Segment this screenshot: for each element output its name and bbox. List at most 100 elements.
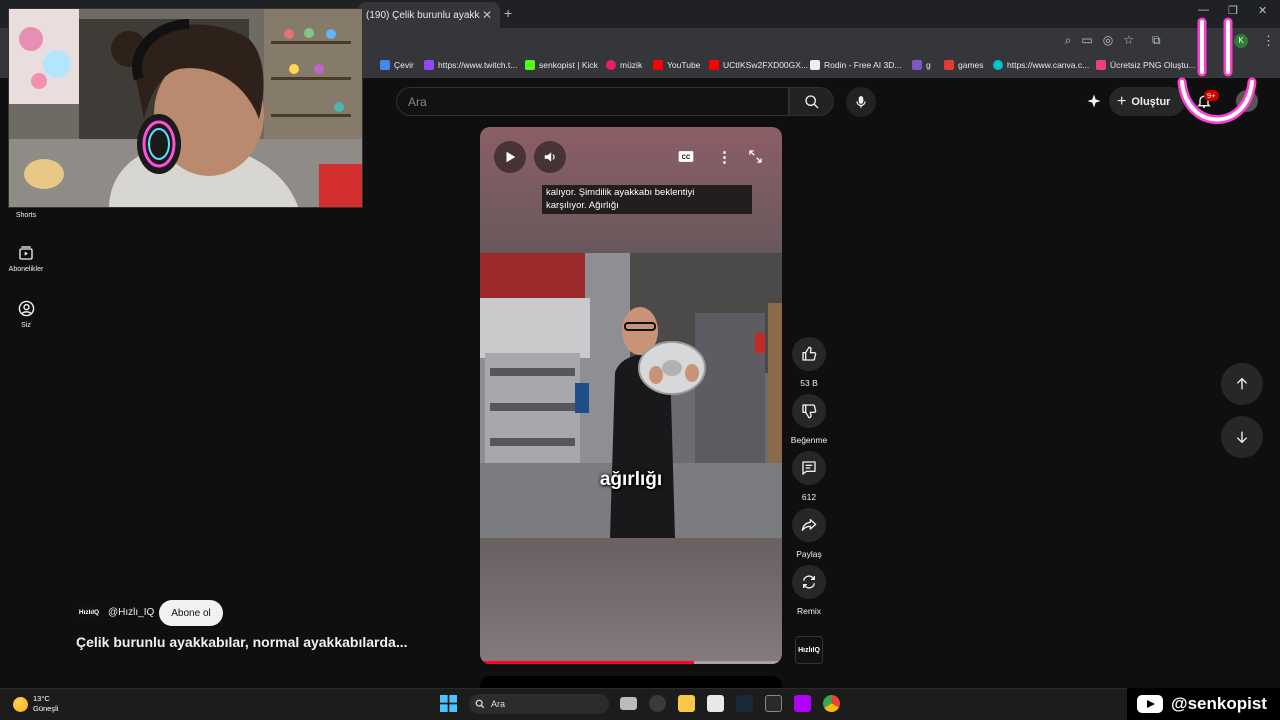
- video-subtitle: ağırlığı: [599, 469, 663, 490]
- caption-box: kalıyor. Şimdilik ayakkabı beklentiyi ka…: [542, 185, 752, 214]
- bookmark-favicon-icon: [993, 60, 1003, 70]
- steam-icon[interactable]: [736, 695, 753, 712]
- bookmark-item[interactable]: g: [912, 60, 931, 70]
- browser-tab[interactable]: (190) Çelik burunlu ayakkabılar ✕: [358, 2, 500, 28]
- weather-widget[interactable]: 13°C Güneşli: [33, 694, 58, 714]
- volume-icon: [544, 152, 555, 162]
- short-player[interactable]: CC ⋮ kalıyor. Şimdilik ayakkabı beklenti…: [480, 127, 782, 664]
- play-icon: [506, 151, 516, 163]
- eye-off-icon[interactable]: ◎: [1103, 33, 1113, 48]
- sidebar-item-shorts[interactable]: Shorts: [0, 212, 52, 219]
- bookmark-favicon-icon: [810, 60, 820, 70]
- more-options-icon[interactable]: ⋮: [717, 148, 732, 166]
- channel-avatar[interactable]: HızlıIQ: [77, 604, 101, 621]
- channel-thumbnail[interactable]: HızlıIQ: [795, 636, 823, 664]
- remix-button[interactable]: Remix: [790, 565, 828, 616]
- youtube-logo-icon: [1137, 695, 1163, 713]
- bookmark-item[interactable]: senkopist | Kick: [525, 60, 598, 70]
- epic-games-icon[interactable]: [765, 695, 782, 712]
- streamer-webcam-image: [9, 9, 362, 207]
- share-icon: [801, 519, 817, 531]
- taskbar-search[interactable]: Ara: [469, 694, 609, 714]
- voice-search-button[interactable]: [846, 87, 876, 117]
- bookmark-item[interactable]: https://www.twitch.t...: [424, 60, 517, 70]
- star-icon[interactable]: ☆: [1123, 33, 1134, 48]
- bookmark-favicon-icon: [944, 60, 954, 70]
- screen: (190) Çelik burunlu ayakkabılar ✕ + — ❐ …: [0, 0, 1280, 720]
- bookmark-favicon-icon: [380, 60, 390, 70]
- subscriptions-icon: [19, 246, 33, 260]
- bookmark-item[interactable]: müzik: [606, 60, 642, 70]
- twitch-app-icon[interactable]: [794, 695, 811, 712]
- thumbs-up-icon: [802, 346, 817, 361]
- thumbs-down-icon: [802, 404, 817, 419]
- remix-label: Remix: [796, 606, 822, 616]
- bookmark-favicon-icon: [424, 60, 434, 70]
- search-icon: [804, 94, 818, 108]
- channel-handle[interactable]: @Hızlı_IQ: [108, 607, 154, 618]
- youtube-favicon-icon: [653, 60, 663, 70]
- plus-icon: +: [1117, 92, 1127, 110]
- extensions-icon[interactable]: ⧉: [1152, 33, 1161, 48]
- sidebar-item-you[interactable]: Siz: [0, 300, 52, 329]
- subscribe-button[interactable]: Abone ol: [159, 600, 223, 626]
- bookmark-item[interactable]: YouTube: [653, 60, 700, 70]
- sparkle-icon[interactable]: [1086, 93, 1102, 109]
- weather-condition: Güneşli: [33, 704, 59, 713]
- play-button[interactable]: [494, 141, 526, 173]
- search-button[interactable]: [789, 87, 834, 116]
- bookmark-favicon-icon: [606, 60, 616, 70]
- previous-short-button[interactable]: [1221, 363, 1263, 405]
- svg-text:CC: CC: [682, 155, 691, 161]
- arrow-up-icon: [1236, 377, 1248, 390]
- bookmark-item[interactable]: games: [944, 60, 984, 70]
- dislike-button[interactable]: Beğenme: [790, 394, 828, 445]
- close-tab-icon[interactable]: ✕: [480, 8, 494, 22]
- captions-icon[interactable]: CC: [678, 150, 694, 168]
- progress-fill: [480, 661, 695, 664]
- share-label: Paylaş: [796, 549, 822, 559]
- share-button[interactable]: Paylaş: [790, 508, 828, 559]
- windows-start-icon[interactable]: [440, 695, 457, 712]
- search-input[interactable]: Ara: [396, 87, 789, 116]
- new-tab-button[interactable]: +: [504, 5, 512, 21]
- comment-count: 612: [801, 492, 817, 502]
- file-explorer-icon[interactable]: [678, 695, 695, 712]
- next-short-preview[interactable]: [480, 676, 782, 688]
- short-title[interactable]: Çelik burunlu ayakkabılar, normal ayakka…: [76, 634, 407, 650]
- volume-button[interactable]: [534, 141, 566, 173]
- youtube-favicon-icon: [709, 60, 719, 70]
- cast-icon[interactable]: ▭: [1081, 33, 1092, 48]
- zoom-icon[interactable]: ⌕: [1065, 33, 1072, 48]
- game-app-icon[interactable]: [649, 695, 666, 712]
- bookmark-favicon-icon: [525, 60, 535, 70]
- like-button[interactable]: 53 B: [790, 337, 828, 388]
- bookmark-favicon-icon: [1096, 60, 1106, 70]
- chrome-icon[interactable]: [823, 695, 840, 712]
- you-icon: [18, 300, 34, 317]
- webcam-overlay: [8, 8, 363, 208]
- dislike-label: Beğenme: [790, 435, 828, 445]
- store-icon[interactable]: [707, 695, 724, 712]
- workshop-video-image: [480, 253, 782, 538]
- sidebar-item-subscriptions[interactable]: Abonelikler: [0, 245, 52, 273]
- bookmark-item[interactable]: Çevir: [380, 60, 414, 70]
- caption-line: kalıyor. Şimdilik ayakkabı beklentiyi: [546, 187, 695, 198]
- search-icon: [475, 699, 485, 709]
- progress-bar[interactable]: [480, 661, 782, 664]
- bookmark-item[interactable]: UCtIKSw2FXD00GX...: [709, 60, 808, 70]
- task-view-icon[interactable]: [620, 697, 637, 710]
- bookmark-favicon-icon: [912, 60, 922, 70]
- temperature: 13°C: [33, 694, 50, 703]
- omnibox-icons: ⌕ ▭ ◎ ☆: [1065, 33, 1134, 48]
- video-frame: [480, 253, 782, 538]
- smile-overlay-logo-icon: [1177, 17, 1257, 124]
- next-short-button[interactable]: [1221, 416, 1263, 458]
- sun-icon[interactable]: [13, 697, 28, 712]
- remix-icon: [803, 575, 815, 589]
- windows-taskbar: [0, 688, 1280, 720]
- fullscreen-icon[interactable]: [748, 149, 763, 169]
- comments-button[interactable]: 612: [790, 451, 828, 502]
- bookmark-item[interactable]: Rodin - Free AI 3D...: [810, 60, 901, 70]
- bookmark-item[interactable]: https://www.canva.c...: [993, 60, 1089, 70]
